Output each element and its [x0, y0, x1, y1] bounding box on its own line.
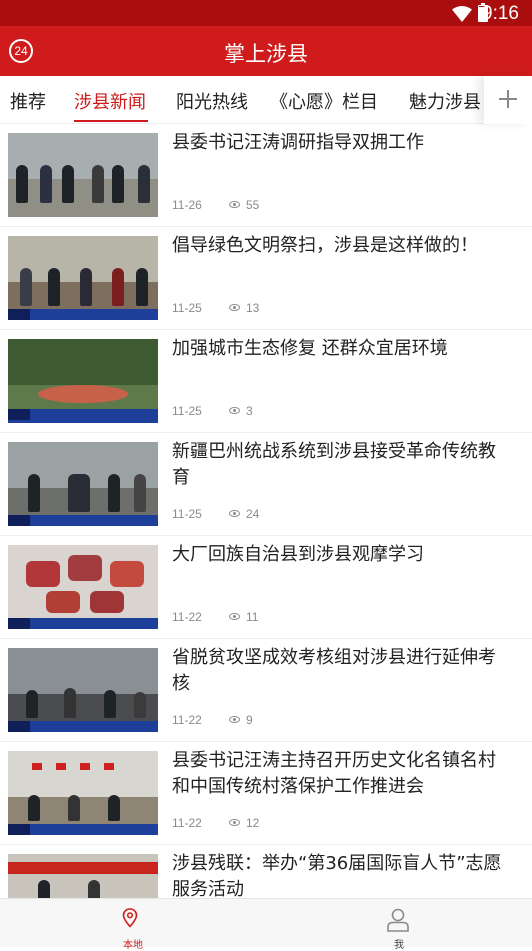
news-meta: 11-25 3	[172, 404, 253, 418]
nav-me[interactable]: 我	[266, 899, 532, 951]
tab-county-news[interactable]: 涉县新闻	[74, 88, 146, 114]
list-item[interactable]: 大厂回族自治县到涉县观摩学习 11-22 11	[0, 536, 532, 639]
news-date: 11-22	[172, 816, 202, 830]
news-views: 24	[246, 507, 260, 521]
bottom-navigation: 本地 我	[0, 898, 532, 951]
news-date: 11-22	[172, 713, 202, 727]
news-thumbnail	[8, 545, 158, 629]
news-thumbnail	[8, 339, 158, 423]
tab-wish-column[interactable]: 《心愿》栏目	[270, 88, 378, 114]
news-title: 新疆巴州统战系统到涉县接受革命传统教育	[172, 441, 496, 488]
news-views: 13	[246, 301, 260, 315]
views-icon	[229, 819, 240, 826]
news-feed: 县委书记汪涛调研指导双拥工作 11-26 55 倡导绿色文明祭扫，涉县是这样做的…	[0, 124, 532, 898]
tab-sunshine-hotline[interactable]: 阳光热线	[176, 88, 248, 114]
news-views: 11	[246, 610, 259, 624]
views-icon	[229, 304, 240, 311]
news-title: 县委书记汪涛调研指导双拥工作	[172, 132, 424, 153]
news-thumbnail	[8, 442, 158, 526]
list-item[interactable]: 新疆巴州统战系统到涉县接受革命传统教育 11-25 24	[0, 433, 532, 536]
news-title: 大厂回族自治县到涉县观摩学习	[172, 544, 424, 565]
category-tabs: 推荐 涉县新闻 阳光热线 《心愿》栏目 魅力涉县	[0, 76, 532, 124]
news-meta: 11-26 55	[172, 198, 259, 212]
app-bar: 24 掌上涉县	[0, 26, 532, 76]
news-views: 12	[246, 816, 260, 830]
wifi-icon	[452, 6, 472, 22]
nav-local[interactable]: 本地	[0, 899, 266, 951]
list-item[interactable]: 县委书记汪涛主持召开历史文化名镇名村和中国传统村落保护工作推进会 11-22 1…	[0, 742, 532, 845]
tab-charming-shexian[interactable]: 魅力涉县	[409, 88, 481, 114]
active-tab-indicator	[74, 120, 148, 122]
news-thumbnail	[8, 854, 158, 898]
news-meta: 11-22 9	[172, 713, 253, 727]
news-thumbnail	[8, 751, 158, 835]
news-meta: 11-22 12	[172, 816, 259, 830]
news-title: 涉县残联：举办“第36届国际盲人节”志愿服务活动	[172, 853, 502, 898]
news-meta: 11-25 13	[172, 301, 259, 315]
list-item[interactable]: 省脱贫攻坚成效考核组对涉县进行延伸考核 11-22 9	[0, 639, 532, 742]
user-icon	[387, 908, 409, 932]
views-icon	[229, 407, 240, 414]
news-date: 11-26	[172, 198, 202, 212]
news-thumbnail	[8, 236, 158, 320]
news-date: 11-25	[172, 301, 202, 315]
news-views: 3	[246, 404, 253, 418]
news-date: 11-25	[172, 404, 202, 418]
list-item[interactable]: 倡导绿色文明祭扫，涉县是这样做的！ 11-25 13	[0, 227, 532, 330]
news-title: 省脱贫攻坚成效考核组对涉县进行延伸考核	[172, 647, 496, 694]
nav-local-label: 本地	[123, 940, 143, 951]
app-title: 掌上涉县	[224, 42, 308, 66]
status-bar: 9:16	[0, 0, 532, 26]
views-icon	[229, 613, 240, 620]
news-date: 11-22	[172, 610, 202, 624]
news-views: 9	[246, 713, 253, 727]
location-pin-icon	[122, 908, 138, 928]
news-title: 县委书记汪涛主持召开历史文化名镇名村和中国传统村落保护工作推进会	[172, 750, 496, 797]
nav-me-label: 我	[394, 940, 404, 951]
news-title: 倡导绿色文明祭扫，涉县是这样做的！	[172, 235, 478, 256]
tab-recommend[interactable]: 推荐	[10, 88, 46, 114]
news-views: 55	[246, 198, 260, 212]
views-icon	[229, 510, 240, 517]
list-item[interactable]: 县委书记汪涛调研指导双拥工作 11-26 55	[0, 124, 532, 227]
news-meta: 11-22 11	[172, 610, 258, 624]
list-item[interactable]: 涉县残联：举办“第36届国际盲人节”志愿服务活动	[0, 845, 532, 898]
add-tab-button[interactable]	[484, 76, 532, 124]
news-thumbnail	[8, 648, 158, 732]
news-meta: 11-25 24	[172, 507, 259, 521]
news-title: 加强城市生态修复 还群众宜居环境	[172, 338, 448, 359]
status-time: 9:16	[482, 3, 519, 24]
views-icon	[229, 201, 240, 208]
views-icon	[229, 716, 240, 723]
news-date: 11-25	[172, 507, 202, 521]
list-item[interactable]: 加强城市生态修复 还群众宜居环境 11-25 3	[0, 330, 532, 433]
news-thumbnail	[8, 133, 158, 217]
